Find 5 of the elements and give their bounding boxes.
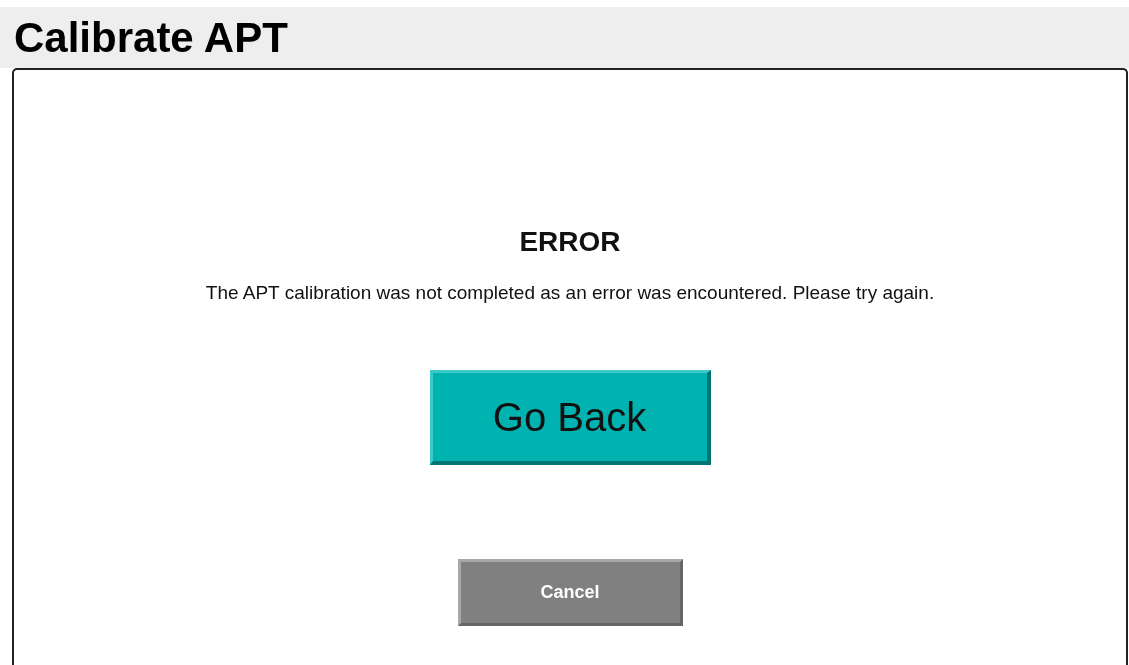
page-title: Calibrate APT <box>14 13 288 62</box>
cancel-button[interactable]: Cancel <box>457 559 683 626</box>
go-back-button[interactable]: Go Back <box>429 370 711 465</box>
error-heading: ERROR <box>519 226 621 258</box>
error-message: The APT calibration was not completed as an error was encountered. Please try again. <box>205 282 935 304</box>
